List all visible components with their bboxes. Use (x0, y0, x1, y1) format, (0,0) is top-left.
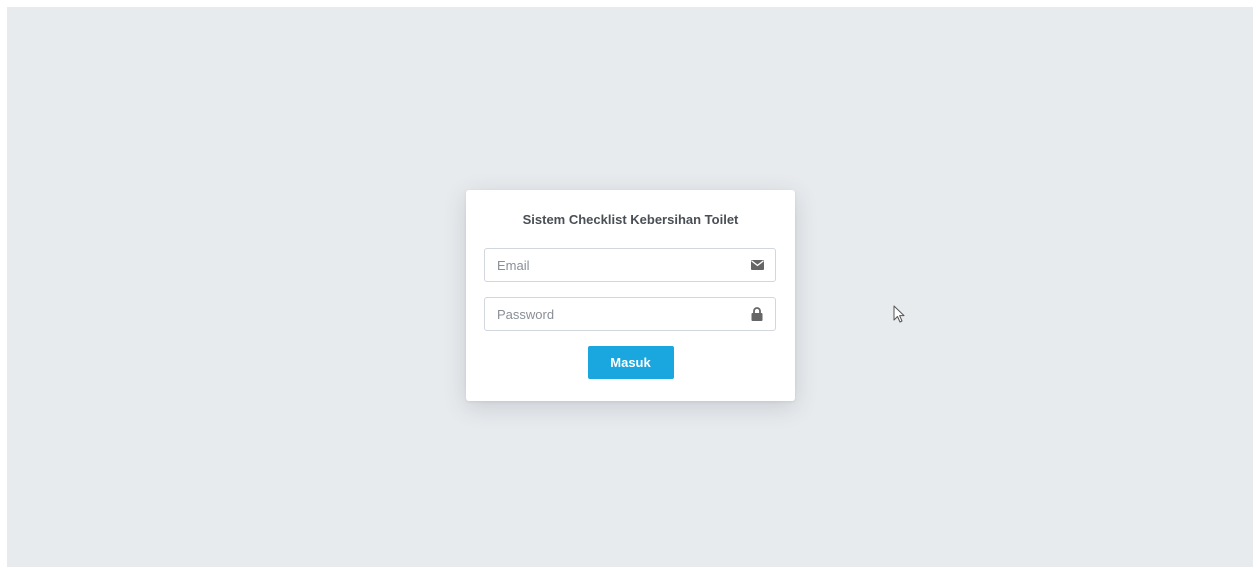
email-field-group (484, 248, 776, 282)
mouse-pointer-icon (893, 305, 905, 323)
submit-row: Masuk (484, 346, 777, 379)
page-background: Sistem Checklist Kebersihan Toilet Masuk (7, 7, 1253, 567)
login-title: Sistem Checklist Kebersihan Toilet (522, 212, 739, 227)
login-box: Sistem Checklist Kebersihan Toilet Masuk (466, 190, 795, 401)
envelope-icon (750, 258, 764, 272)
lock-icon (750, 307, 764, 321)
login-submit-button[interactable]: Masuk (587, 346, 674, 379)
password-input[interactable] (485, 298, 775, 330)
password-field-group (484, 297, 776, 331)
email-input[interactable] (485, 249, 775, 281)
